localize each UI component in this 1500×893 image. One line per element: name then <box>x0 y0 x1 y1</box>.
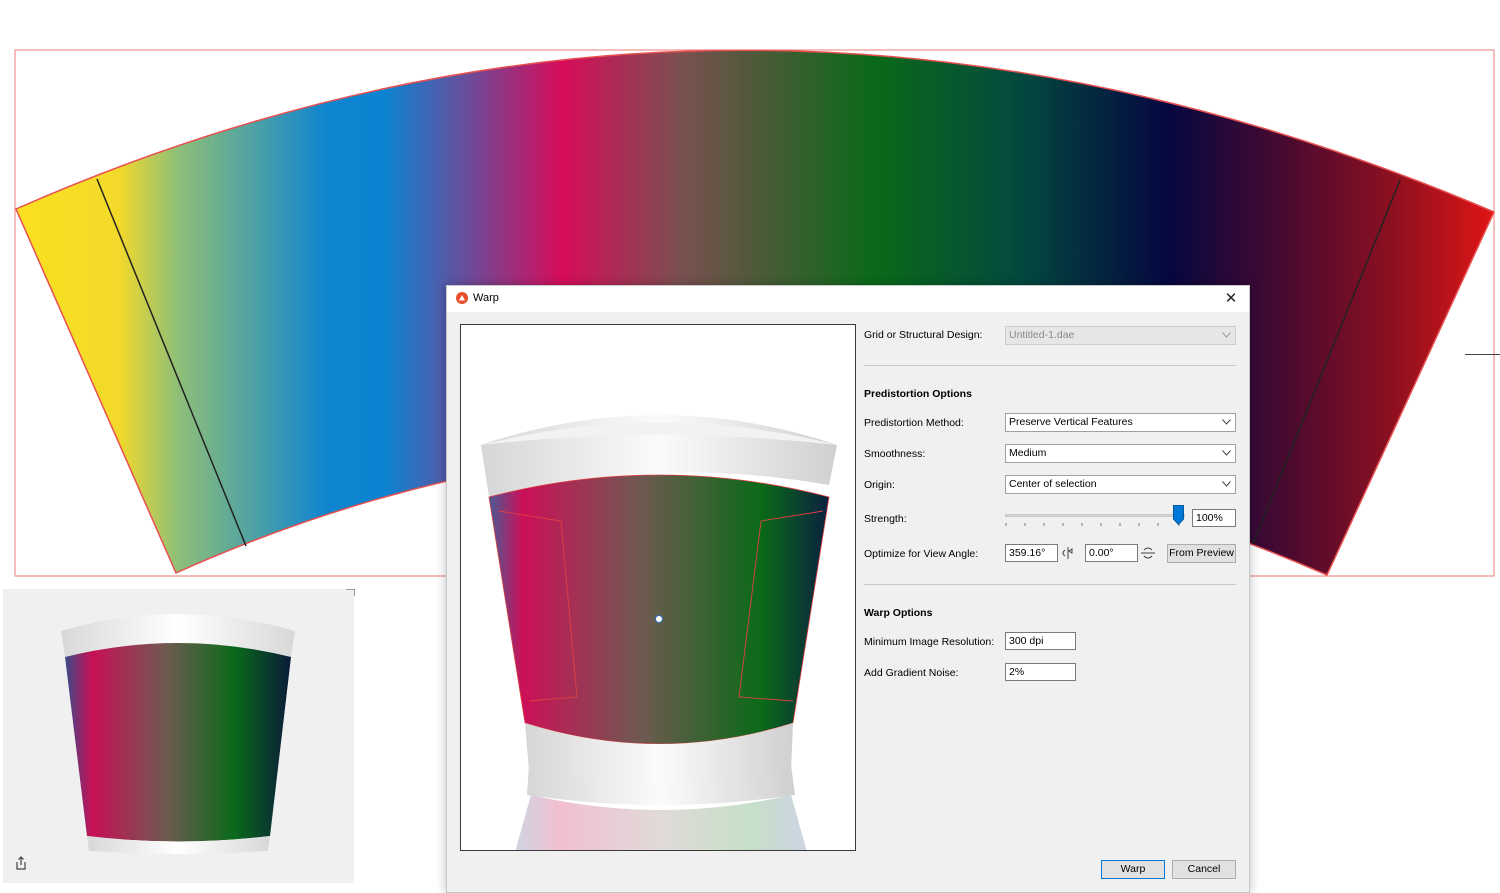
3d-preview[interactable] <box>460 324 856 851</box>
from-preview-button[interactable]: From Preview <box>1167 544 1236 563</box>
method-select[interactable]: Preserve Vertical Features <box>1005 413 1236 432</box>
corner-marker <box>346 589 355 596</box>
strength-slider-track[interactable] <box>1005 514 1185 517</box>
close-icon[interactable]: ✕ <box>1221 289 1241 309</box>
warp-options-header: Warp Options <box>864 607 933 619</box>
origin-label: Origin: <box>864 479 895 491</box>
min-resolution-input[interactable]: 300 dpi <box>1005 632 1076 650</box>
predistortion-header: Predistortion Options <box>864 388 972 400</box>
cancel-button[interactable]: Cancel <box>1172 860 1236 879</box>
grid-select-value: Untitled-1.dae <box>1009 329 1075 341</box>
method-select-value: Preserve Vertical Features <box>1009 416 1133 428</box>
share-icon[interactable] <box>14 855 28 871</box>
rotate-horizontal-icon[interactable] <box>1060 545 1076 561</box>
strength-slider-ticks <box>1005 523 1180 526</box>
warp-dialog: Warp ✕ Grid or Structural Design: Untitl… <box>446 285 1250 893</box>
smoothness-select-value: Medium <box>1009 447 1047 459</box>
gradient-noise-label: Add Gradient Noise: <box>864 667 959 679</box>
smoothness-select[interactable]: Medium <box>1005 444 1236 463</box>
min-resolution-label: Minimum Image Resolution: <box>864 636 995 648</box>
origin-select-value: Center of selection <box>1009 478 1097 490</box>
method-label: Predistortion Method: <box>864 417 964 429</box>
chevron-down-icon <box>1222 481 1231 487</box>
view-angle-label: Optimize for View Angle: <box>864 548 979 560</box>
grid-label: Grid or Structural Design: <box>864 329 983 341</box>
view-angle-horizontal-input[interactable]: 359.16° <box>1005 544 1058 562</box>
dialog-titlebar[interactable]: Warp ✕ <box>447 286 1249 312</box>
guide-line <box>1465 354 1500 355</box>
gradient-noise-input[interactable]: 2% <box>1005 663 1076 681</box>
dialog-title: Warp <box>473 292 499 304</box>
rotate-vertical-icon[interactable] <box>1140 545 1156 561</box>
strength-label: Strength: <box>864 513 907 525</box>
view-angle-vertical-input[interactable]: 0.00° <box>1085 544 1138 562</box>
separator <box>864 584 1236 585</box>
grid-select: Untitled-1.dae <box>1005 326 1236 345</box>
thumbnail-preview[interactable] <box>3 589 354 883</box>
chevron-down-icon <box>1222 332 1231 338</box>
separator <box>864 365 1236 366</box>
strength-input[interactable]: 100% <box>1192 509 1236 527</box>
chevron-down-icon <box>1222 450 1231 456</box>
warp-button[interactable]: Warp <box>1101 860 1165 879</box>
strength-slider-thumb[interactable] <box>1173 505 1184 525</box>
app-logo-icon <box>456 292 468 304</box>
chevron-down-icon <box>1222 419 1231 425</box>
origin-select[interactable]: Center of selection <box>1005 475 1236 494</box>
smoothness-label: Smoothness: <box>864 448 926 460</box>
